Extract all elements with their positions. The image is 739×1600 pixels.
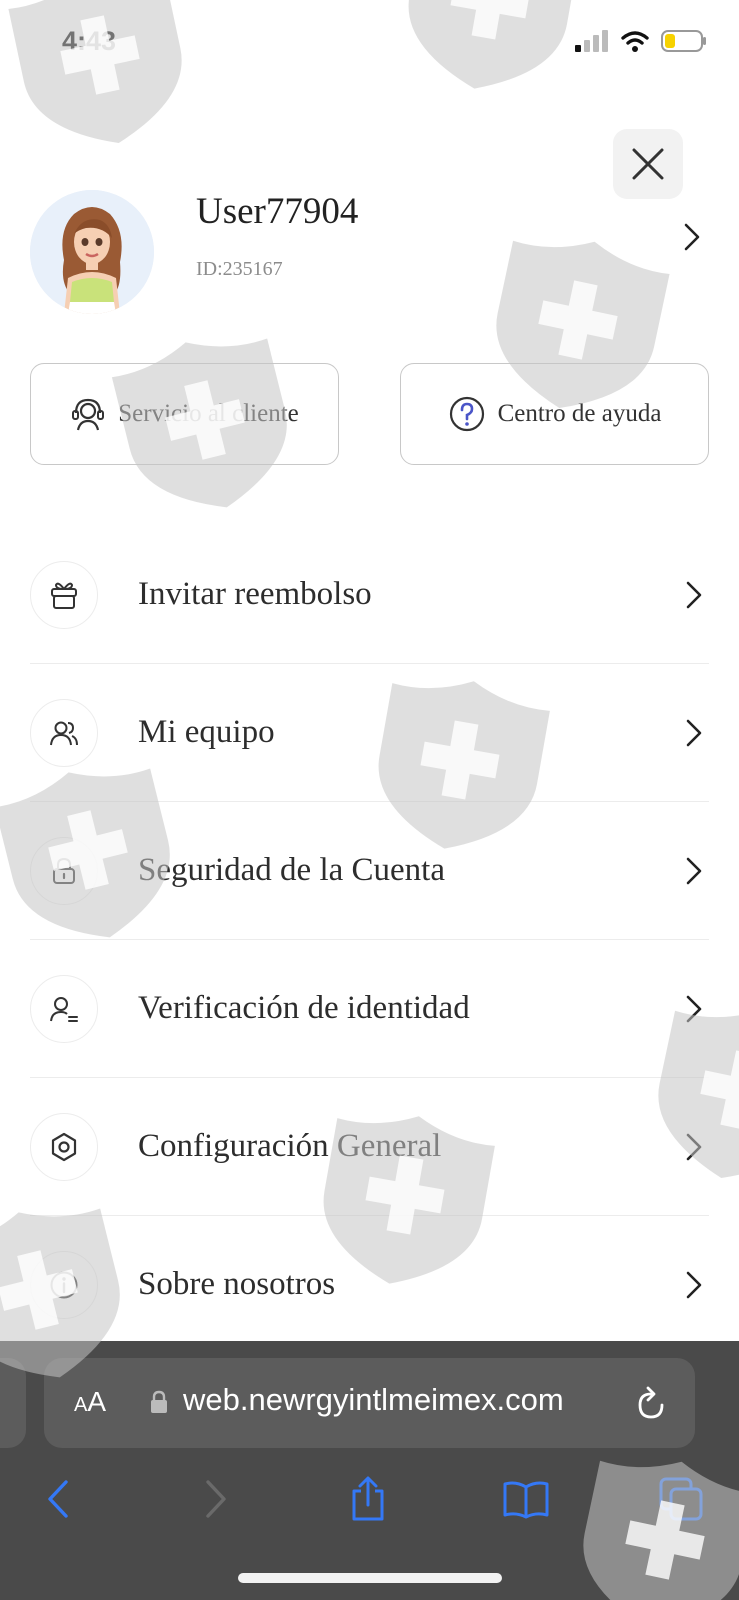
avatar-image (30, 190, 154, 314)
chevron-right-icon (686, 995, 702, 1023)
menu-item-team[interactable]: Mi equipo (30, 664, 709, 802)
customer-service-button[interactable]: Servicio al cliente (30, 363, 339, 465)
battery-icon (661, 30, 706, 52)
lock-icon (151, 1390, 167, 1413)
menu-item-label: Mi equipo (138, 714, 275, 750)
chevron-left-icon (48, 1480, 68, 1518)
chevron-right-icon (206, 1480, 226, 1518)
help-center-button[interactable]: Centro de ayuda (400, 363, 709, 465)
chevron-right-icon (686, 1133, 702, 1161)
team-icon (30, 698, 98, 767)
menu-item-label: Verificación de identidad (138, 990, 470, 1026)
menu-item-security[interactable]: Seguridad de la Cuenta (30, 802, 709, 940)
url-text: web.newrgyintlmeimex.com (183, 1382, 564, 1417)
menu-item-label: Seguridad de la Cuenta (138, 852, 445, 888)
help-center-label: Centro de ayuda (497, 400, 662, 427)
share-button[interactable] (338, 1469, 398, 1529)
menu-item-label: Sobre nosotros (138, 1266, 336, 1302)
share-icon (352, 1476, 384, 1521)
avatar[interactable] (30, 190, 154, 314)
chevron-right-icon (686, 581, 702, 609)
status-bar: 4:43 (0, 0, 739, 92)
menu-item-verification[interactable]: Verificación de identidad (30, 940, 709, 1078)
menu-list: Invitar reembolso Mi equipo Seguridad de… (30, 526, 709, 1354)
user-id-icon (30, 974, 98, 1043)
username: User77904 (196, 191, 359, 232)
address-bar[interactable]: AA web.newrgyintlmeimex.com (44, 1358, 695, 1448)
menu-item-label: Configuración General (138, 1128, 442, 1164)
settings-icon (30, 1112, 98, 1181)
tabs-button[interactable] (651, 1469, 711, 1529)
status-time: 4:43 (62, 26, 117, 56)
gift-icon (30, 560, 98, 629)
menu-item-invite[interactable]: Invitar reembolso (30, 526, 709, 664)
user-id: ID:235167 (196, 258, 283, 280)
wifi-icon (621, 31, 649, 52)
menu-item-label: Invitar reembolso (138, 576, 372, 612)
book-icon (503, 1481, 549, 1519)
info-icon (30, 1250, 98, 1319)
home-indicator (238, 1573, 502, 1583)
status-icons (575, 30, 707, 52)
close-icon (632, 148, 664, 180)
text-size-small: A (74, 1394, 88, 1416)
forward-button[interactable] (186, 1469, 246, 1529)
menu-item-about[interactable]: Sobre nosotros (30, 1216, 709, 1354)
lock-icon (30, 836, 98, 905)
signal-icon (575, 30, 608, 52)
menu-item-settings[interactable]: Configuración General (30, 1078, 709, 1216)
browser-nav-row (0, 1469, 739, 1549)
chevron-right-icon (686, 857, 702, 885)
reload-icon[interactable] (634, 1385, 668, 1421)
headset-icon (72, 398, 105, 431)
text-size-large: A (87, 1386, 107, 1417)
browser-toolbar: AA web.newrgyintlmeimex.com (0, 1341, 739, 1600)
chevron-right-icon (686, 1271, 702, 1299)
previous-tab-preview[interactable] (0, 1358, 26, 1448)
customer-service-label: Servicio al cliente (118, 400, 299, 427)
text-size-button[interactable]: AA (74, 1386, 106, 1418)
profile-chevron-icon[interactable] (683, 222, 701, 257)
chevron-right-icon (686, 719, 702, 747)
bookmarks-button[interactable] (496, 1469, 556, 1529)
back-button[interactable] (28, 1469, 88, 1529)
tabs-icon (659, 1477, 703, 1521)
close-button[interactable] (613, 129, 683, 199)
question-icon (449, 396, 484, 432)
